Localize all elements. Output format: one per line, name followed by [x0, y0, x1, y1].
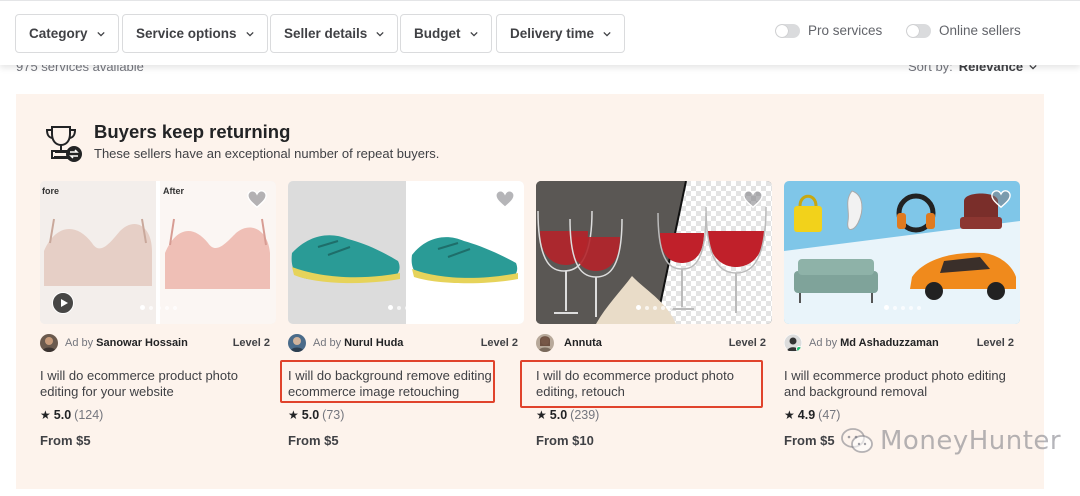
gig-rating: ★ 5.0 (239) [536, 408, 599, 422]
carousel-dots [536, 305, 772, 310]
online-sellers-toggle[interactable] [906, 23, 931, 38]
seller-avatar[interactable] [40, 334, 58, 352]
star-icon: ★ [784, 408, 795, 422]
gig-thumbnail[interactable] [288, 181, 524, 324]
gig-card[interactable]: Ad by Nurul Huda Level 2 I will do backg… [288, 181, 524, 448]
review-count: (124) [74, 408, 104, 422]
chat-bubbles-icon [841, 428, 873, 453]
gig-price: From $10 [536, 433, 594, 448]
heart-icon[interactable] [494, 189, 516, 209]
chevron-down-icon [603, 31, 611, 37]
online-sellers-toggle-group: Online sellers [906, 23, 1021, 38]
filter-label: Seller details [284, 26, 368, 41]
gig-rating: ★ 4.9 (47) [784, 408, 840, 422]
seller-name[interactable]: Nurul Huda [344, 337, 403, 349]
seller-name[interactable]: Sanowar Hossain [96, 337, 188, 349]
watermark-text: MoneyHunter [880, 426, 1062, 456]
thumb-before-label: fore [42, 186, 59, 196]
filter-label: Budget [414, 26, 461, 41]
gig-rating: ★ 5.0 (124) [40, 408, 103, 422]
review-count: (47) [818, 408, 841, 422]
rating-value: 5.0 [53, 408, 72, 422]
chevron-down-icon [245, 31, 254, 37]
ad-label: Ad by [313, 337, 342, 349]
carousel-dots [288, 305, 524, 310]
rating-value: 5.0 [301, 408, 320, 422]
ad-label: Ad by [65, 337, 94, 349]
chevron-down-icon [96, 31, 105, 37]
star-icon: ★ [536, 408, 547, 422]
seller-level: Level 2 [976, 337, 1014, 349]
review-count: (239) [570, 408, 600, 422]
carousel-dots [40, 305, 276, 310]
gig-thumbnail[interactable] [784, 181, 1020, 324]
wine-glasses-photo [536, 181, 772, 324]
filter-label: Category [29, 26, 88, 41]
seller-row: Ad by Md Ashaduzzaman Level 2 [784, 334, 1020, 352]
seller-avatar[interactable] [536, 334, 554, 352]
seller-row: Ad by Nurul Huda Level 2 [288, 334, 524, 352]
lingerie-photo: fore After [40, 181, 276, 324]
gig-title[interactable]: I will ecommerce product photo editing a… [784, 368, 1020, 400]
seller-name[interactable]: Annuta [564, 337, 602, 349]
pro-services-toggle[interactable] [775, 23, 800, 38]
chevron-down-icon [469, 31, 478, 37]
thumb-after-label: After [163, 186, 184, 196]
gig-price: From $5 [784, 433, 835, 448]
rating-value: 5.0 [549, 408, 568, 422]
seller-level: Level 2 [728, 337, 766, 349]
sneaker-photo [288, 181, 524, 324]
heart-icon[interactable] [990, 189, 1012, 209]
filter-service-options-button[interactable]: Service options [122, 14, 268, 53]
pro-services-toggle-group: Pro services [775, 23, 882, 38]
seller-level: Level 2 [232, 337, 270, 349]
heart-icon[interactable] [742, 189, 764, 209]
filter-bar: Category Service options Seller details … [0, 0, 1080, 65]
filter-category-button[interactable]: Category [15, 14, 119, 53]
carousel-dots [784, 305, 1020, 310]
star-icon: ★ [288, 408, 299, 422]
gig-thumbnail[interactable] [536, 181, 772, 324]
seller-name[interactable]: Md Ashaduzzaman [840, 337, 939, 349]
seller-avatar[interactable] [784, 334, 802, 352]
chevron-down-icon [376, 31, 384, 37]
seller-row: Annuta Level 2 [536, 334, 772, 352]
gig-card[interactable]: fore After Ad by Sanowar Hossain Level 2… [40, 181, 276, 448]
gig-price: From $5 [288, 433, 339, 448]
star-icon: ★ [40, 408, 51, 422]
gig-title[interactable]: I will do ecommerce product photo editin… [40, 368, 276, 400]
gig-rating: ★ 5.0 (73) [288, 408, 344, 422]
toggle-label: Online sellers [939, 23, 1021, 38]
gig-price: From $5 [40, 433, 91, 448]
filter-budget-button[interactable]: Budget [400, 14, 492, 53]
watermark: MoneyHunter [840, 426, 1061, 456]
gig-thumbnail[interactable]: fore After [40, 181, 276, 324]
toggle-label: Pro services [808, 23, 883, 38]
play-icon[interactable] [52, 292, 74, 314]
filter-seller-details-button[interactable]: Seller details [270, 14, 399, 53]
heart-icon[interactable] [246, 189, 268, 209]
seller-level: Level 2 [480, 337, 518, 349]
highlight-box [520, 360, 763, 408]
gig-card[interactable]: Ad by Md Ashaduzzaman Level 2 I will eco… [784, 181, 1020, 448]
filter-delivery-time-button[interactable]: Delivery time [496, 14, 626, 53]
seller-avatar[interactable] [288, 334, 306, 352]
seller-row: Ad by Sanowar Hossain Level 2 [40, 334, 276, 352]
ad-label: Ad by [809, 337, 838, 349]
rating-value: 4.9 [797, 408, 816, 422]
products-collage-photo [784, 181, 1020, 324]
review-count: (73) [322, 408, 345, 422]
section-title: Buyers keep returning [94, 121, 291, 142]
highlight-box [280, 360, 495, 403]
filter-label: Delivery time [510, 26, 595, 41]
section-subtitle: These sellers have an exceptional number… [94, 146, 440, 161]
trophy-icon [45, 126, 82, 162]
filter-label: Service options [136, 26, 237, 41]
